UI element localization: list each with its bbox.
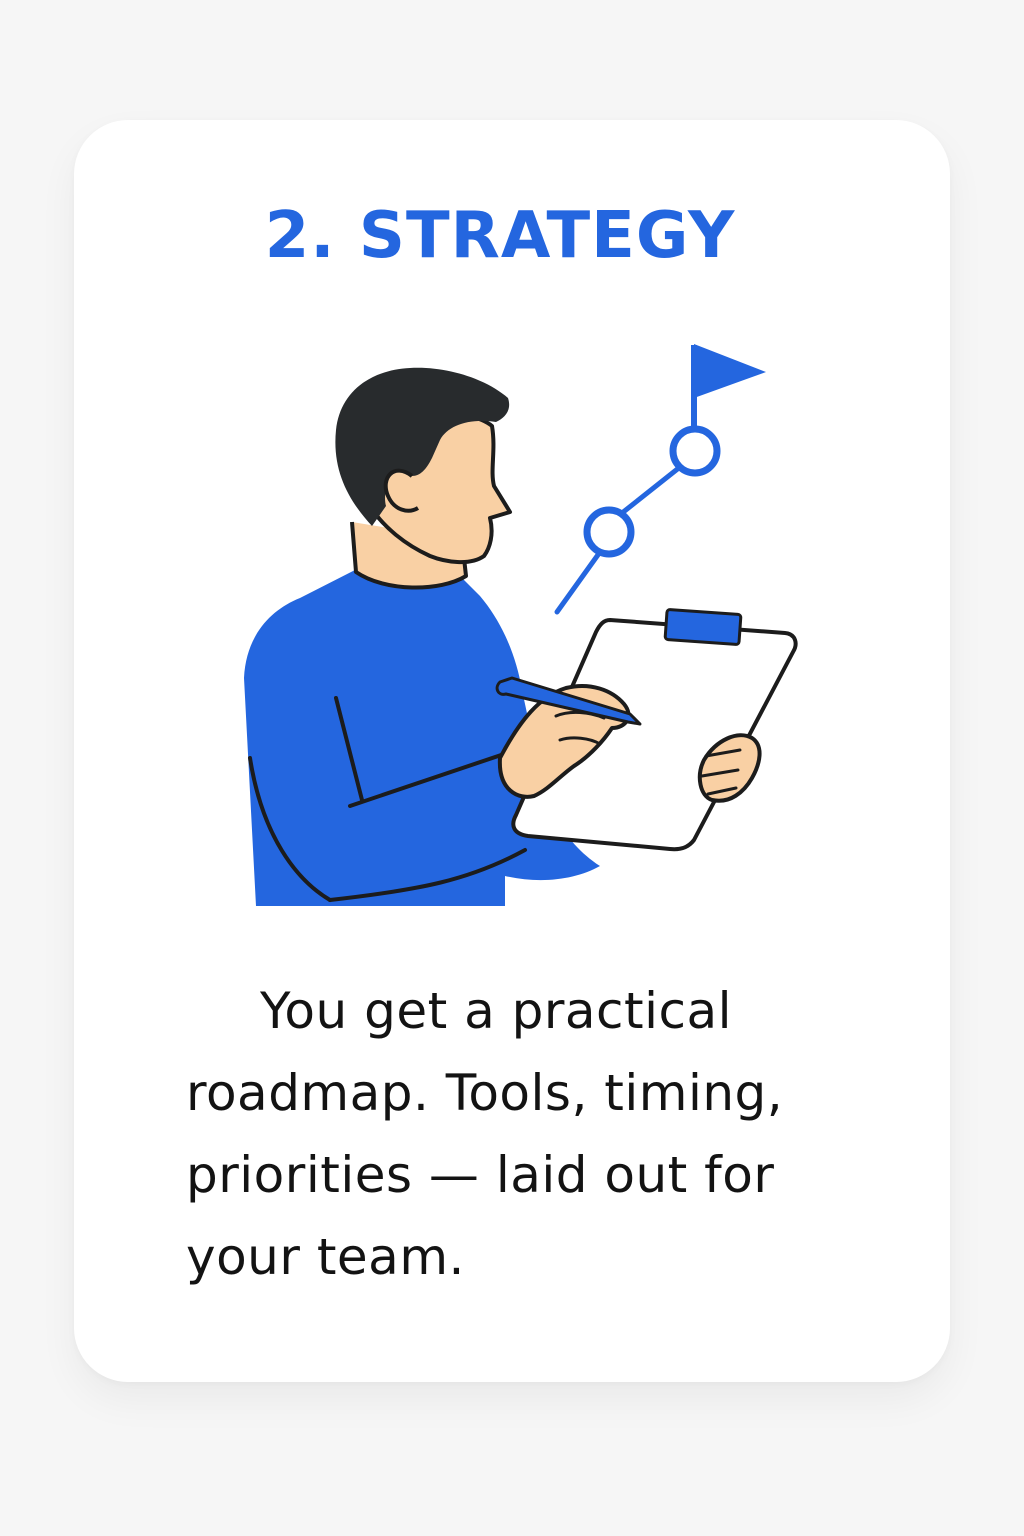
page: 2. STRATEGY You get a practical roadmap.… [0,0,1024,1536]
strategy-illustration [244,344,798,906]
flag-icon [691,344,766,426]
milestone-path-icon [554,425,721,615]
card-title: 2. STRATEGY [264,199,736,273]
card-body-text: You get a practical roadmap. Tools, timi… [186,982,784,1286]
